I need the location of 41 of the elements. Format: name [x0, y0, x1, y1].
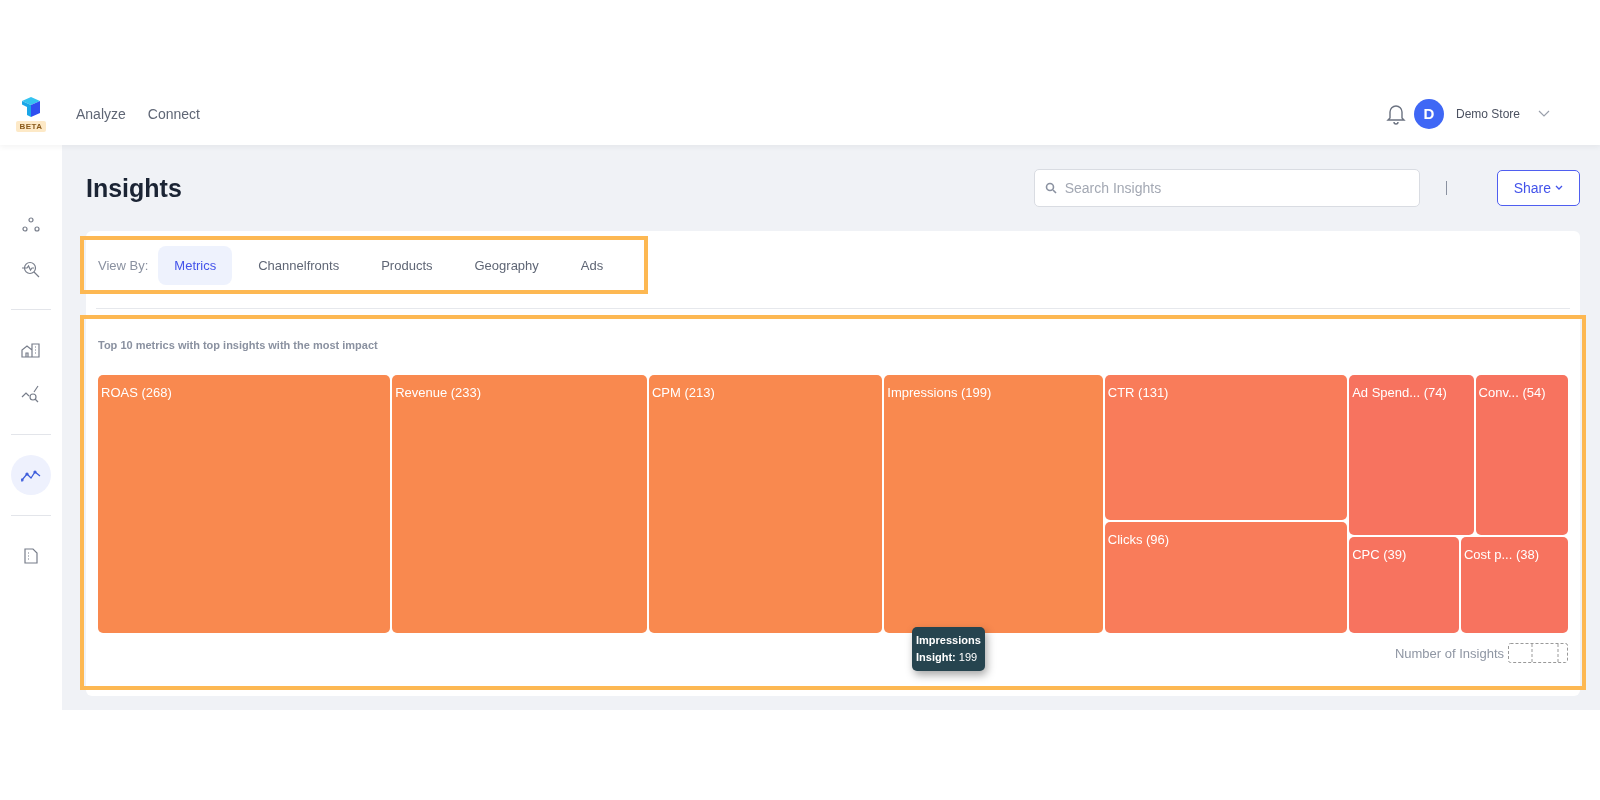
page-title: Insights — [86, 173, 182, 203]
treemap-tile[interactable]: CPC (39) — [1349, 536, 1459, 633]
search-field[interactable]: Search Insights — [1033, 169, 1420, 207]
treemap-tile[interactable]: Clicks (96) — [1104, 521, 1348, 633]
buildings-icon — [21, 342, 41, 358]
treemap-tile[interactable]: CPM (213) — [648, 375, 883, 633]
tooltip-text: Insight: 199 — [916, 650, 979, 665]
view-by-label: View By: — [98, 257, 149, 273]
treemap-tile[interactable]: Revenue (233) — [392, 375, 647, 633]
legend-title: Number of Insights — [1394, 645, 1504, 661]
view-by-tab[interactable]: Channelfronts — [242, 245, 356, 285]
view-by-tab[interactable]: Products — [365, 245, 449, 285]
nodes-icon — [22, 217, 40, 233]
tooltip-title: Impressions — [916, 633, 981, 648]
nav-link[interactable]: Analyze — [68, 99, 134, 128]
treemap-tile[interactable]: Cost p... (38) — [1460, 536, 1568, 633]
view-by-tab[interactable]: Geography — [458, 245, 555, 285]
treemap-tile[interactable]: Impressions (199) — [884, 375, 1103, 633]
view-by-tab[interactable]: Ads — [564, 245, 620, 285]
share-button[interactable]: Share — [1496, 170, 1580, 206]
chart-search-icon — [21, 385, 41, 403]
chevron-down-icon[interactable] — [1538, 109, 1550, 118]
beta-badge: BETA — [16, 120, 46, 132]
treemap-tile[interactable]: ROAS (268) — [98, 375, 391, 633]
document-icon — [24, 548, 38, 564]
treemap-tile[interactable]: CTR (131) — [1104, 375, 1348, 520]
treemap-tile[interactable]: Conv... (54) — [1475, 375, 1568, 535]
avatar-circle[interactable]: D — [1413, 98, 1444, 129]
treemap-caption: Top 10 metrics with top insights with the most impact — [98, 339, 379, 351]
color-scale-legend-icon — [1508, 643, 1568, 663]
chevron-down-icon — [1555, 185, 1563, 191]
sidebar-button[interactable] — [11, 455, 51, 495]
store-name[interactable]: Demo Store — [1455, 106, 1520, 121]
cube-logo-icon — [20, 95, 42, 118]
magnifier-pulse-icon — [21, 260, 41, 278]
view-by-tab[interactable]: Metrics — [158, 245, 233, 285]
notification-bell-icon[interactable] — [1385, 102, 1406, 125]
trend-chart-icon — [21, 468, 41, 482]
search-icon — [1044, 182, 1057, 194]
treemap-tile[interactable]: Ad Spend... (74) — [1349, 375, 1474, 535]
nav-link[interactable]: Connect — [139, 99, 208, 128]
